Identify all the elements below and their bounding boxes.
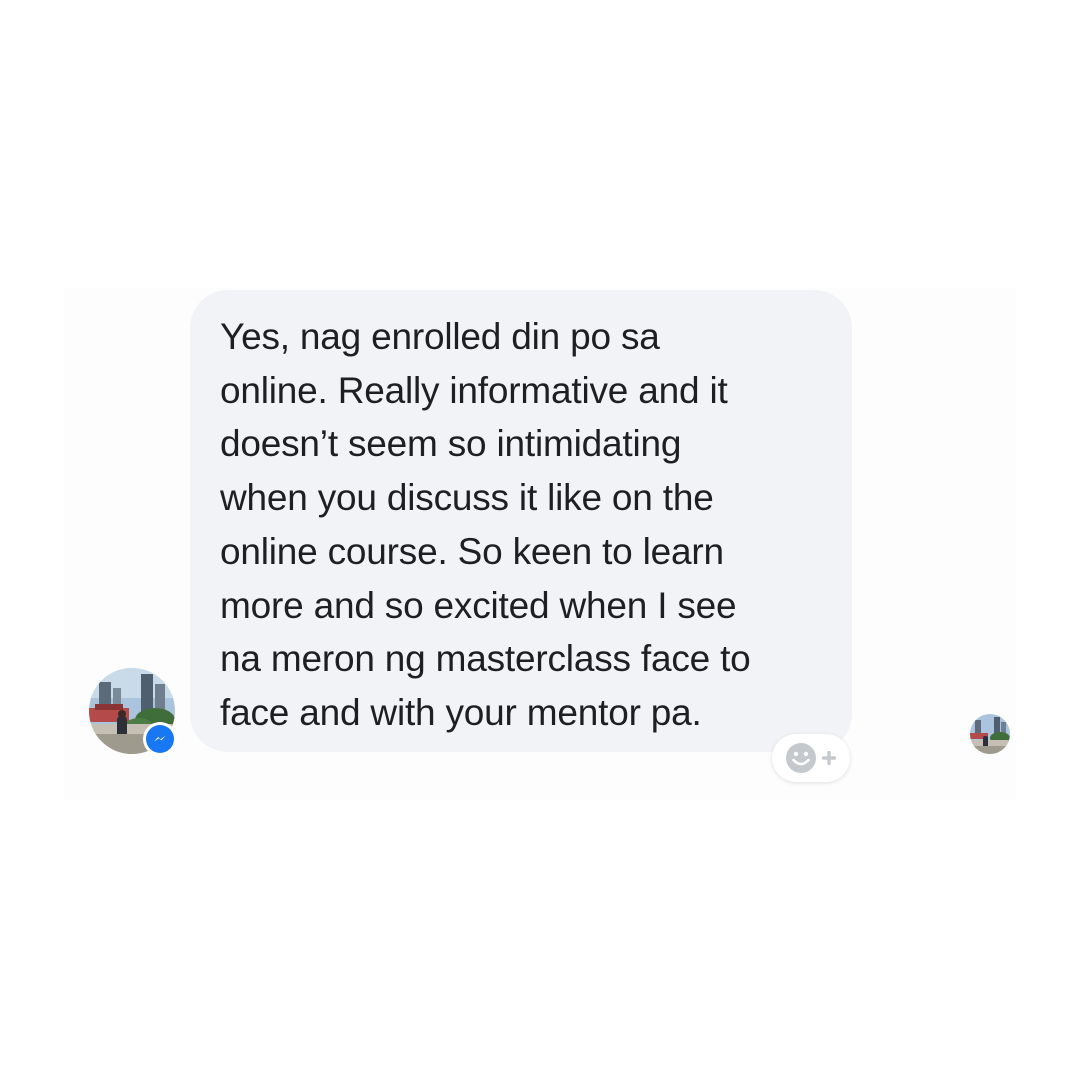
profile-photo-city-icon <box>970 714 1010 754</box>
message-bubble[interactable]: Yes, nag enrolled din po sa online. Real… <box>190 290 852 752</box>
seen-indicator-avatar <box>970 714 1010 754</box>
message-text: Yes, nag enrolled din po sa online. Real… <box>220 316 751 733</box>
smiley-plus-icon <box>786 743 836 773</box>
messenger-icon <box>146 725 174 753</box>
add-reaction-button[interactable] <box>772 734 850 782</box>
messenger-badge <box>143 722 177 756</box>
messenger-screenshot: Yes, nag enrolled din po sa online. Real… <box>0 0 1080 1080</box>
